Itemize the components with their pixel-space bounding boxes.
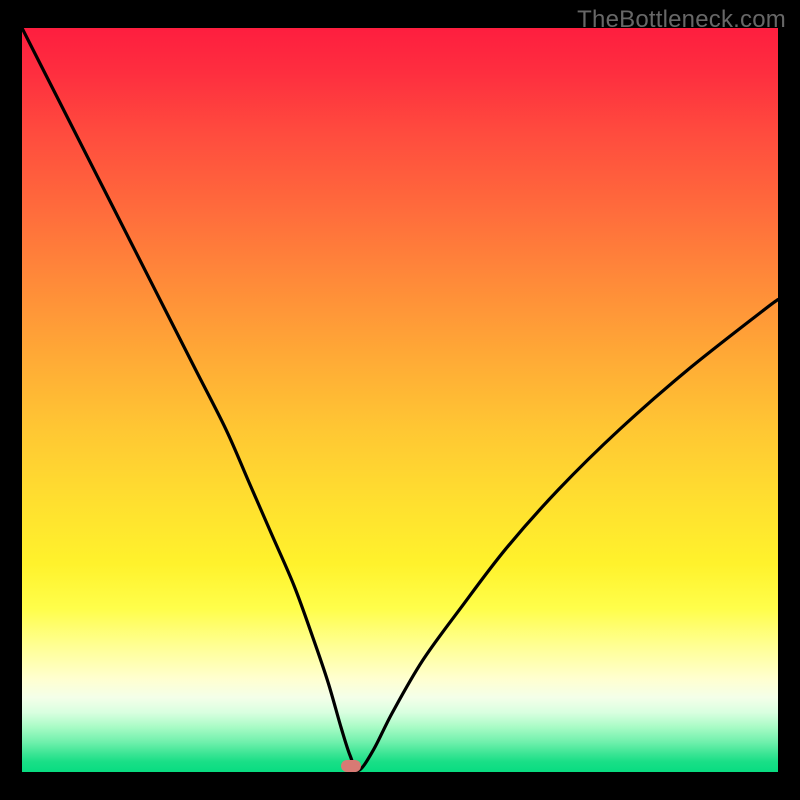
watermark-text: TheBottleneck.com bbox=[577, 6, 786, 34]
plot-area bbox=[22, 28, 778, 772]
chart-frame: TheBottleneck.com bbox=[0, 0, 800, 800]
optimum-marker bbox=[341, 760, 361, 772]
bottleneck-curve bbox=[22, 28, 778, 772]
